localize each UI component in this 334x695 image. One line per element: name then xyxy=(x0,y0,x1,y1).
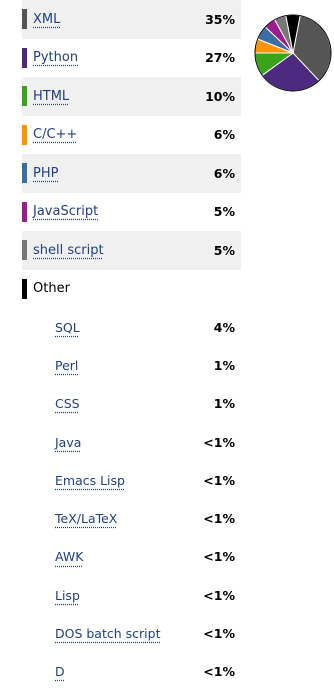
language-link[interactable]: Perl xyxy=(55,358,78,373)
language-percent: <1% xyxy=(203,511,235,527)
language-link[interactable]: Lisp xyxy=(55,588,80,603)
language-link[interactable]: Python xyxy=(33,50,78,65)
other-language-row: TeX/LaTeX <1% xyxy=(22,499,241,537)
language-percent: <1% xyxy=(203,472,235,488)
language-percent: <1% xyxy=(203,626,235,642)
other-language-row: Java <1% xyxy=(22,423,241,461)
language-percent: 1% xyxy=(213,396,235,412)
language-link[interactable]: PHP xyxy=(33,166,58,181)
language-link[interactable]: DOS batch script xyxy=(55,626,160,641)
language-percent: 27% xyxy=(205,50,235,66)
language-row: JavaScript 5% xyxy=(22,193,241,232)
other-language-row: CSS 1% xyxy=(22,385,241,423)
language-link[interactable]: JavaScript xyxy=(33,204,98,219)
other-color-swatch xyxy=(22,278,27,299)
language-percent: 5% xyxy=(213,204,235,220)
language-link[interactable]: Emacs Lisp xyxy=(55,473,125,488)
language-link[interactable]: TeX/LaTeX xyxy=(55,511,117,526)
language-link[interactable]: shell script xyxy=(33,243,104,258)
language-link[interactable]: CSS xyxy=(55,396,80,411)
language-color-swatch xyxy=(22,9,27,30)
language-row: shell script 5% xyxy=(22,231,241,270)
language-link[interactable]: AWK xyxy=(55,549,83,564)
other-group-header: Other xyxy=(22,270,241,309)
other-language-row: Emacs Lisp <1% xyxy=(22,461,241,499)
language-link[interactable]: C/C++ xyxy=(33,127,77,142)
language-percent: 1% xyxy=(213,357,235,373)
language-percent: 5% xyxy=(213,242,235,258)
other-label: Other xyxy=(33,281,70,297)
language-row: PHP 6% xyxy=(22,154,241,193)
language-percent: 10% xyxy=(205,88,235,104)
language-row: C/C++ 6% xyxy=(22,116,241,155)
language-percent: <1% xyxy=(203,549,235,565)
other-language-row: SQL 4% xyxy=(22,308,241,346)
language-row: XML 35% xyxy=(22,0,241,39)
language-percent: 4% xyxy=(213,319,235,335)
language-percent: 6% xyxy=(213,165,235,181)
language-color-swatch xyxy=(22,163,27,184)
language-pie-chart xyxy=(253,4,333,102)
other-language-row: Perl 1% xyxy=(22,346,241,384)
language-breakdown-table: XML 35% Python 27% HTML 10% C/C++ 6% PHP… xyxy=(22,0,241,691)
language-link[interactable]: SQL xyxy=(55,320,80,335)
other-language-row: AWK <1% xyxy=(22,538,241,576)
language-color-swatch xyxy=(22,47,27,68)
language-color-swatch xyxy=(22,201,27,222)
pie-chart-svg xyxy=(254,14,332,92)
language-color-swatch xyxy=(22,86,27,107)
language-percent: <1% xyxy=(203,587,235,603)
other-language-row: DOS batch script <1% xyxy=(22,614,241,652)
language-percent: 35% xyxy=(205,11,235,27)
language-link[interactable]: XML xyxy=(33,12,60,27)
language-percent: <1% xyxy=(203,664,235,680)
language-color-swatch xyxy=(22,124,27,145)
language-row: HTML 10% xyxy=(22,77,241,116)
language-percent: <1% xyxy=(203,434,235,450)
other-language-row: D <1% xyxy=(22,653,241,691)
language-link[interactable]: D xyxy=(55,664,65,679)
language-color-swatch xyxy=(22,240,27,261)
language-link[interactable]: HTML xyxy=(33,89,69,104)
language-percent: 6% xyxy=(213,127,235,143)
language-row: Python 27% xyxy=(22,39,241,78)
language-link[interactable]: Java xyxy=(55,435,81,450)
other-language-row: Lisp <1% xyxy=(22,576,241,614)
